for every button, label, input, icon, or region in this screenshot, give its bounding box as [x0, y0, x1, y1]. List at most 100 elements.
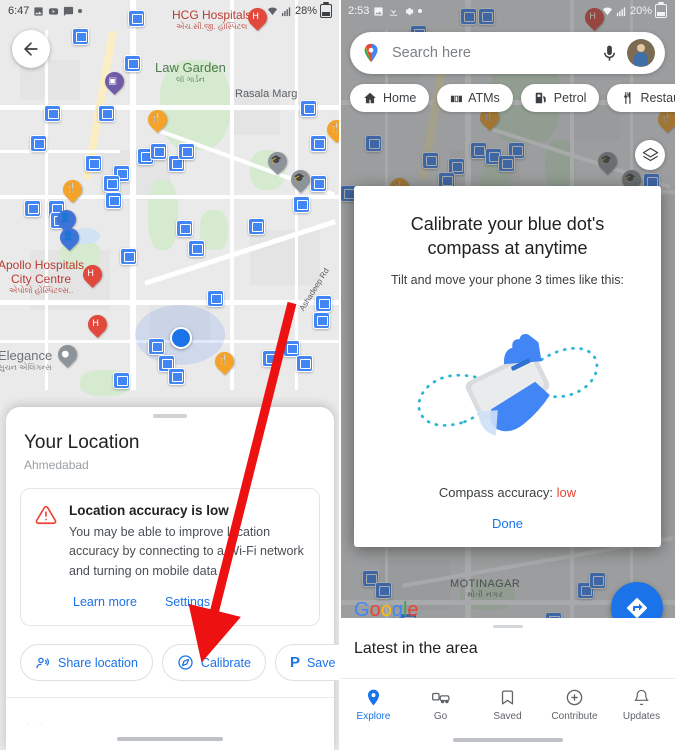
parking-p-icon: P [289, 654, 300, 671]
share-location-icon [36, 657, 50, 668]
map-pin[interactable] [178, 143, 195, 160]
map-label-text: Law Garden [155, 60, 226, 75]
commute-icon [431, 692, 450, 704]
map-pin[interactable] [98, 105, 115, 122]
image-icon [374, 6, 384, 16]
map-pin[interactable] [24, 200, 41, 217]
layers-icon [642, 147, 658, 161]
right-status-bar: 2:53 20% [340, 0, 675, 22]
screenshot-root: HCG Hospitals એચ.સી.જી. હોસ્પિટલ Law Gar… [0, 0, 675, 750]
map-pin[interactable] [248, 218, 265, 235]
nav-go[interactable]: Go [407, 688, 474, 722]
battery-percent: 20% [629, 5, 652, 17]
fuel-pump-icon [535, 92, 546, 104]
chip-label: Petrol [553, 91, 587, 105]
map-pin[interactable] [124, 55, 141, 72]
chip-label: Calibrate [200, 655, 251, 670]
back-arrow-icon [24, 42, 38, 56]
status-right: 20% [602, 2, 667, 18]
map-pin[interactable] [103, 175, 120, 192]
chip-label: Save parki [306, 655, 340, 670]
map-pin[interactable] [85, 155, 102, 172]
map-pin[interactable] [310, 135, 327, 152]
search-bar[interactable]: Search here [350, 32, 665, 74]
battery-percent: 28% [294, 5, 317, 17]
map-pin[interactable] [120, 248, 137, 265]
battery-icon [320, 2, 332, 18]
latest-title: Latest in the area [354, 640, 478, 657]
done-button[interactable]: Done [374, 516, 641, 531]
map-pin[interactable] [207, 290, 224, 307]
nav-label: Go [433, 711, 448, 722]
chip-label: Home [383, 91, 417, 105]
youtube-icon [49, 7, 59, 15]
save-parking-button[interactable]: P Save parki [274, 644, 340, 681]
nav-explore[interactable]: Explore [340, 688, 407, 722]
map-pin[interactable] [148, 338, 165, 355]
current-location-dot[interactable] [170, 327, 192, 349]
map-pin[interactable] [296, 355, 313, 372]
map-pin[interactable] [72, 28, 89, 45]
google-maps-pin-icon [364, 43, 378, 63]
map-pin[interactable] [313, 312, 330, 329]
map-pin[interactable] [188, 240, 205, 257]
status-time: 2:53 [348, 5, 370, 17]
map-pin-icon [367, 689, 380, 706]
category-chip-row: Home ▮▯▮ ATMs Petrol Restaurant [350, 84, 675, 112]
chip-petrol[interactable]: Petrol [520, 84, 600, 112]
search-input[interactable]: Search here [392, 45, 600, 61]
share-location-button[interactable]: Share location [20, 644, 153, 681]
calibrate-button[interactable]: Calibrate [161, 644, 266, 681]
wifi-icon [267, 6, 278, 15]
map-label: Rasala Marg [235, 88, 297, 100]
home-indicator[interactable] [117, 737, 223, 741]
map-pin[interactable] [176, 220, 193, 237]
settings-link[interactable]: Settings [165, 595, 210, 609]
layers-button[interactable] [635, 140, 665, 170]
map-pin[interactable] [150, 143, 167, 160]
image-icon [34, 6, 44, 16]
map-pin[interactable] [44, 105, 61, 122]
nav-updates[interactable]: Updates [608, 688, 675, 722]
chip-restaurant[interactable]: Restaurant [607, 84, 675, 112]
compass-icon [178, 655, 193, 670]
alert-body: You may be able to improve location accu… [69, 524, 304, 578]
map-pin[interactable] [310, 175, 327, 192]
home-icon [364, 92, 376, 104]
plus-circle-icon [566, 689, 583, 706]
home-indicator[interactable] [452, 738, 563, 742]
map-pin[interactable] [293, 196, 310, 213]
map-pin[interactable] [113, 372, 130, 389]
status-time: 6:47 [8, 5, 30, 17]
back-button[interactable] [12, 30, 50, 68]
your-location-bottom-sheet: Your Location Ahmedabad Location accurac… [6, 406, 340, 750]
status-right: 28% [267, 2, 332, 18]
nav-contribute[interactable]: Contribute [541, 688, 608, 722]
learn-more-link[interactable]: Learn more [73, 595, 137, 609]
nav-saved[interactable]: Saved [474, 688, 541, 722]
panel-divider [339, 0, 341, 750]
map-pin[interactable] [300, 100, 317, 117]
avatar[interactable] [627, 39, 655, 67]
atm-icon: ▮▯▮ [450, 93, 463, 103]
map-pin[interactable] [105, 192, 122, 209]
map-label-text: Elegance [0, 348, 53, 363]
map-pin[interactable] [168, 368, 185, 385]
bell-icon [634, 689, 649, 706]
alert-row: Location accuracy is low You may be able… [35, 503, 305, 581]
latest-in-area-sheet[interactable]: Latest in the area [340, 618, 675, 678]
sheet-footer: · · · [6, 698, 334, 750]
compass-accuracy-row: Compass accuracy: low [374, 485, 641, 500]
status-left: 2:53 [348, 5, 423, 17]
microphone-icon[interactable] [600, 44, 619, 63]
dot-icon [418, 9, 423, 13]
map-pin[interactable] [262, 350, 279, 367]
message-icon [64, 6, 74, 16]
chip-home[interactable]: Home [350, 84, 430, 112]
map-label: Apollo Hospitals City Centre એપોલો હોસ્પ… [0, 258, 84, 296]
map-pin[interactable] [30, 135, 47, 152]
alert-title: Location accuracy is low [69, 502, 229, 518]
chip-atms[interactable]: ▮▯▮ ATMs [437, 84, 513, 112]
hand-holding-phone-figure-eight-icon [417, 333, 599, 436]
map-pin[interactable] [315, 295, 332, 312]
